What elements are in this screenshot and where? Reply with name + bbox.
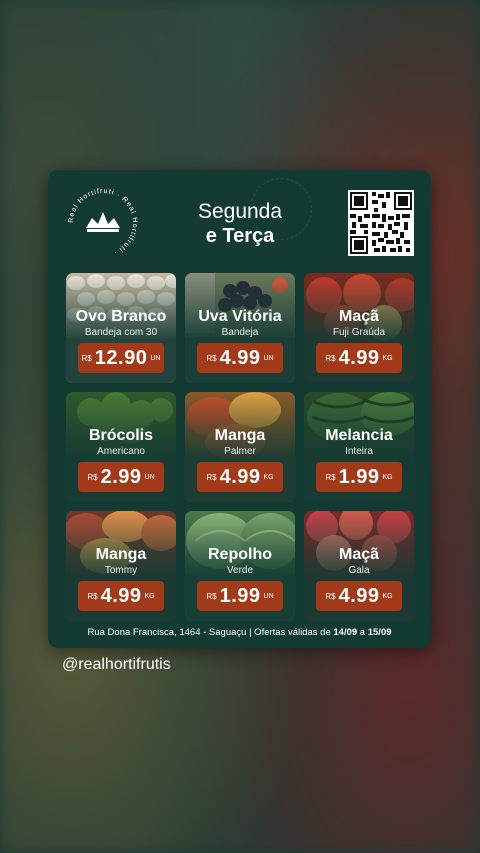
product-description: Palmer	[224, 446, 256, 457]
price-value: 12.90	[94, 346, 148, 369]
offer-footer: Rua Dona Francisca, 1464 - Saguaçu | Ofe…	[48, 627, 431, 638]
store-logo: Real Hortifruti · Real Hortifruti ·	[68, 188, 137, 256]
product-tile-melancia[interactable]: Melancia Inteira R$ 1.99 KG	[304, 392, 414, 502]
product-description: Bandeja com 30	[84, 327, 158, 338]
product-tile-ovo-branco[interactable]: Ovo Branco Bandeja com 30 R$ 12.90 UN	[66, 273, 176, 383]
product-tile-maca-fuji[interactable]: Maçã Fuji Graúda R$ 4.99 KG	[304, 273, 414, 383]
price-badge: R$ 1.99 UN	[197, 581, 283, 611]
price-value: 4.99	[219, 465, 261, 488]
product-tile-brocolis[interactable]: Brócolis Americano R$ 2.99 UN	[66, 392, 176, 502]
product-tile-manga-tommy[interactable]: Manga Tommy R$ 4.99 KG	[66, 511, 176, 621]
price-badge: R$ 12.90 UN	[78, 343, 164, 373]
page-title: Segunda e Terça	[178, 200, 302, 248]
price-value: 2.99	[100, 465, 142, 488]
product-name: Manga	[214, 427, 266, 444]
product-name: Melancia	[325, 427, 393, 444]
currency: R$	[325, 591, 336, 601]
date-from: 14/09	[333, 627, 358, 638]
title-line-1: Segunda	[197, 200, 283, 223]
product-description: Verde	[226, 565, 254, 576]
price-unit: UN	[144, 473, 155, 481]
price-badge: R$ 4.99 KG	[78, 581, 164, 611]
currency: R$	[87, 591, 98, 601]
price-unit: UN	[263, 354, 274, 362]
profile-mention-link[interactable]: @realhortifrutis	[62, 656, 171, 674]
price-badge: R$ 4.99 UN	[197, 343, 283, 373]
currency: R$	[206, 472, 217, 482]
product-name: Maçã	[338, 546, 380, 563]
offer-card[interactable]: Real Hortifruti · Real Hortifruti · Segu…	[48, 170, 431, 648]
price-value: 4.99	[338, 584, 380, 607]
price-unit: KG	[382, 354, 393, 362]
price-value: 1.99	[219, 584, 261, 607]
product-description: Inteira	[345, 446, 373, 457]
price-unit: KG	[382, 592, 393, 600]
price-badge: R$ 2.99 UN	[78, 462, 164, 492]
currency: R$	[206, 353, 217, 363]
product-description: Bandeja	[221, 327, 259, 338]
footer-connector: a	[357, 627, 368, 638]
product-tile-repolho[interactable]: Repolho Verde R$ 1.99 UN	[185, 511, 295, 621]
currency: R$	[206, 591, 217, 601]
price-value: 4.99	[338, 346, 380, 369]
qr-code[interactable]	[348, 190, 414, 256]
product-name: Brócolis	[88, 427, 153, 444]
price-badge: R$ 4.99 KG	[197, 462, 283, 492]
product-tile-manga-palmer[interactable]: Manga Palmer R$ 4.99 KG	[185, 392, 295, 502]
price-value: 4.99	[100, 584, 142, 607]
date-to: 15/09	[367, 627, 392, 638]
product-name: Repolho	[208, 546, 272, 563]
product-description: Tommy	[104, 565, 138, 576]
price-unit: UN	[150, 354, 161, 362]
product-description: Fuji Graúda	[332, 327, 386, 338]
product-name: Uva Vitória	[198, 308, 282, 325]
price-value: 1.99	[338, 465, 380, 488]
product-name: Manga	[95, 546, 147, 563]
crown-icon	[86, 212, 120, 228]
currency: R$	[81, 353, 92, 363]
price-unit: KG	[382, 473, 393, 481]
price-unit: KG	[263, 473, 274, 481]
currency: R$	[325, 472, 336, 482]
price-value: 4.99	[219, 346, 261, 369]
price-badge: R$ 4.99 KG	[316, 343, 402, 373]
currency: R$	[325, 353, 336, 363]
price-unit: KG	[144, 592, 155, 600]
product-name: Ovo Branco	[75, 308, 167, 325]
price-badge: R$ 4.99 KG	[316, 581, 402, 611]
product-description: Americano	[97, 446, 145, 457]
product-tile-maca-gala[interactable]: Maçã Gala R$ 4.99 KG	[304, 511, 414, 621]
product-description: Gala	[348, 565, 370, 576]
product-tile-uva-vitoria[interactable]: Uva Vitória Bandeja R$ 4.99 UN	[185, 273, 295, 383]
currency: R$	[87, 472, 98, 482]
price-badge: R$ 1.99 KG	[316, 462, 402, 492]
title-line-2: e Terça	[205, 225, 275, 247]
price-unit: UN	[263, 592, 274, 600]
product-name: Maçã	[338, 308, 380, 325]
footer-address: Rua Dona Francisca, 1464 - Saguaçu | Ofe…	[87, 627, 334, 638]
